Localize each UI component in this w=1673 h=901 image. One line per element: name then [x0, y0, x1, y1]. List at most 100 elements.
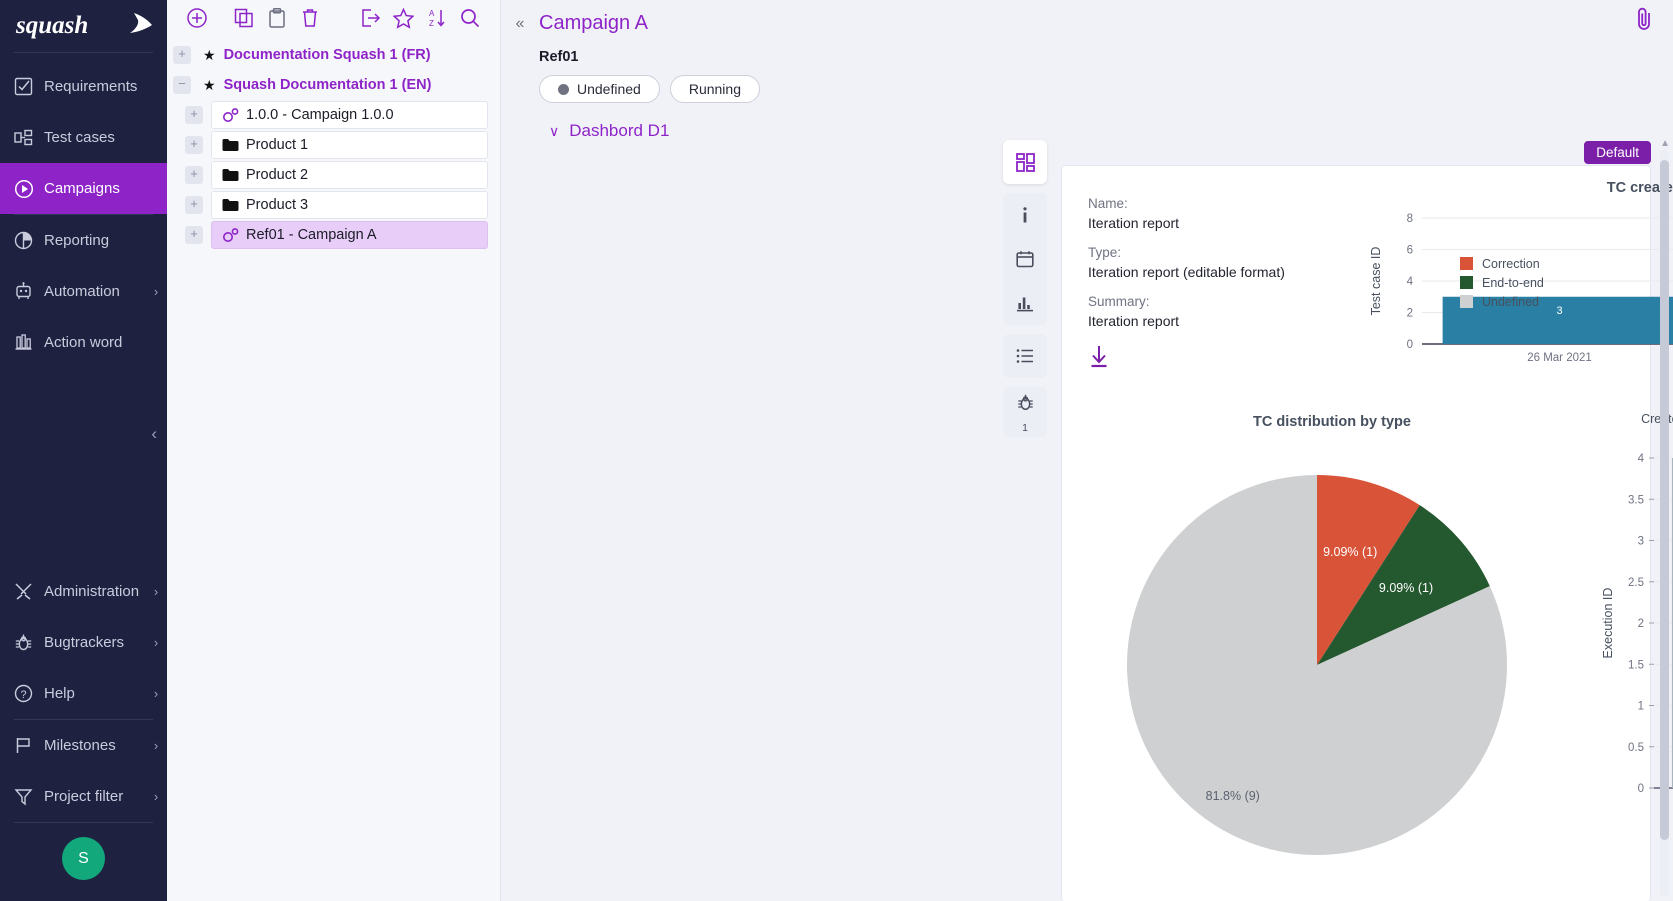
chart-icon[interactable]	[1003, 281, 1047, 325]
report-name-value: Iteration report	[1088, 215, 1358, 231]
folder-icon	[222, 138, 246, 152]
main-content: « Campaign A Ref01 Undefined Running ∨ D…	[501, 0, 1673, 901]
delete-icon[interactable]	[294, 8, 327, 28]
sidebar-item-bugtrackers[interactable]: Bugtrackers ›	[0, 617, 167, 668]
sidebar-item-administration[interactable]: Administration ›	[0, 566, 167, 617]
sidebar-item-label: Bugtrackers	[44, 634, 145, 651]
scroll-up-arrow[interactable]: ▲	[1660, 138, 1670, 149]
tree-node-product-2[interactable]: Product 2	[211, 161, 488, 189]
legend-item-undefined[interactable]: Undefined	[1460, 292, 1544, 311]
report-info: Name: Iteration report Type: Iteration r…	[1088, 196, 1358, 376]
tree-node-ref01-campaign-a[interactable]: Ref01 - Campaign A	[211, 221, 488, 249]
expand-toggle[interactable]: +	[173, 46, 191, 64]
list-item[interactable]: + Ref01 - Campaign A	[167, 220, 500, 250]
expand-toggle[interactable]: +	[185, 106, 203, 124]
tree-root-label: Documentation Squash 1 (FR)	[224, 47, 431, 63]
chevron-right-icon: ›	[145, 738, 167, 753]
list-item[interactable]: + Product 2	[167, 160, 500, 190]
chevron-right-icon: ›	[145, 635, 167, 650]
expand-toggle[interactable]: +	[185, 136, 203, 154]
collapse-tree-button[interactable]: «	[501, 15, 539, 33]
tree-root-row[interactable]: − ★ Squash Documentation 1 (EN)	[167, 70, 500, 100]
columns-icon	[14, 333, 44, 352]
legend-item-correction[interactable]: Correction	[1460, 254, 1544, 273]
info-icon[interactable]	[1003, 193, 1047, 237]
left-navigation: squash Requirements Test cases	[0, 0, 167, 901]
favorite-star-icon[interactable]	[387, 8, 420, 29]
tools-icon	[14, 582, 44, 601]
tree-node-label: Product 3	[246, 197, 308, 213]
svg-text:Z: Z	[429, 19, 434, 28]
chevron-down-icon[interactable]: ∨	[549, 123, 559, 140]
main-scrollbar[interactable]	[1660, 150, 1669, 897]
dashboard-icon[interactable]	[1003, 140, 1047, 184]
svg-text:1.5: 1.5	[1628, 659, 1644, 671]
chevron-right-icon: ›	[145, 284, 167, 299]
svg-text:A: A	[429, 9, 435, 18]
paperclip-icon[interactable]	[1633, 6, 1655, 37]
search-icon[interactable]	[453, 8, 486, 28]
svg-text:0: 0	[1407, 339, 1413, 351]
paste-icon[interactable]	[261, 8, 294, 28]
rail-group-dashboard	[1003, 140, 1047, 184]
sidebar-item-help[interactable]: ? Help ›	[0, 668, 167, 719]
sort-az-icon[interactable]: AZ	[420, 8, 453, 28]
dashboard-header[interactable]: ∨ Dashbord D1	[549, 121, 1673, 141]
sidebar-item-action-word[interactable]: Action word	[0, 317, 167, 368]
state-label: Running	[689, 81, 741, 97]
list-icon[interactable]	[1003, 334, 1047, 378]
chart-title: TC distribution by type	[1072, 414, 1592, 430]
report-type-value: Iteration report (editable format)	[1088, 264, 1358, 280]
sidebar-item-test-cases[interactable]: Test cases	[0, 112, 167, 163]
report-type-label: Type:	[1088, 245, 1358, 260]
legend-item-end-to-end[interactable]: End-to-end	[1460, 273, 1544, 292]
sidebar-item-reporting[interactable]: Reporting	[0, 215, 167, 266]
robot-icon	[14, 282, 44, 301]
rail-group-bugs: 1	[1003, 387, 1047, 437]
bug-icon[interactable]: 1	[1003, 387, 1047, 437]
rail-group-list	[1003, 334, 1047, 378]
folder-icon	[222, 198, 246, 212]
export-icon[interactable]	[355, 8, 388, 28]
campaign-tree-panel: AZ + ★ Documentation Squash 1 (FR) − ★ S…	[167, 0, 501, 901]
squash-logo[interactable]: squash	[0, 0, 167, 52]
expand-toggle[interactable]: +	[185, 196, 203, 214]
expand-toggle[interactable]: +	[185, 226, 203, 244]
entity-icon-rail: 1	[1003, 140, 1047, 437]
sidebar-item-milestones[interactable]: Milestones ›	[0, 720, 167, 771]
chevron-right-icon: ›	[145, 584, 167, 599]
sidebar-item-requirements[interactable]: Requirements	[0, 61, 167, 112]
download-icon[interactable]	[1088, 345, 1358, 376]
flag-icon	[14, 736, 44, 755]
svg-text:2.5: 2.5	[1628, 577, 1644, 589]
folder-icon	[222, 168, 246, 182]
status-badge[interactable]: Undefined	[539, 75, 660, 103]
question-circle-icon: ?	[14, 684, 44, 703]
tree-icon	[14, 128, 44, 147]
copy-icon[interactable]	[228, 8, 261, 28]
tree-node-campaign-100[interactable]: 1.0.0 - Campaign 1.0.0	[211, 101, 488, 129]
avatar[interactable]: S	[62, 837, 105, 880]
sidebar-item-automation[interactable]: Automation ›	[0, 266, 167, 317]
pie-legend: Correction End-to-end Undefined	[1460, 254, 1544, 311]
add-icon[interactable]	[181, 7, 214, 29]
tree-node-product-1[interactable]: Product 1	[211, 131, 488, 159]
collapse-toggle[interactable]: −	[173, 76, 191, 94]
tree-root-row[interactable]: + ★ Documentation Squash 1 (FR)	[167, 40, 500, 70]
state-badge[interactable]: Running	[670, 75, 760, 103]
sidebar-item-label: Project filter	[44, 788, 145, 805]
tree-node-product-3[interactable]: Product 3	[211, 191, 488, 219]
svg-text:0.5: 0.5	[1628, 742, 1644, 754]
calendar-icon[interactable]	[1003, 237, 1047, 281]
expand-toggle[interactable]: +	[185, 166, 203, 184]
list-item[interactable]: + 1.0.0 - Campaign 1.0.0	[167, 100, 500, 130]
sidebar-item-campaigns[interactable]: Campaigns	[0, 163, 167, 214]
sidebar-item-project-filter[interactable]: Project filter ›	[0, 771, 167, 822]
list-item[interactable]: + Product 1	[167, 130, 500, 160]
collapse-sidebar-button[interactable]: ‹	[151, 425, 157, 442]
scrollbar-thumb[interactable]	[1660, 160, 1669, 840]
campaign-icon	[222, 107, 246, 124]
legend-swatch	[1460, 276, 1473, 289]
default-dashboard-badge[interactable]: Default	[1584, 141, 1651, 164]
list-item[interactable]: + Product 3	[167, 190, 500, 220]
